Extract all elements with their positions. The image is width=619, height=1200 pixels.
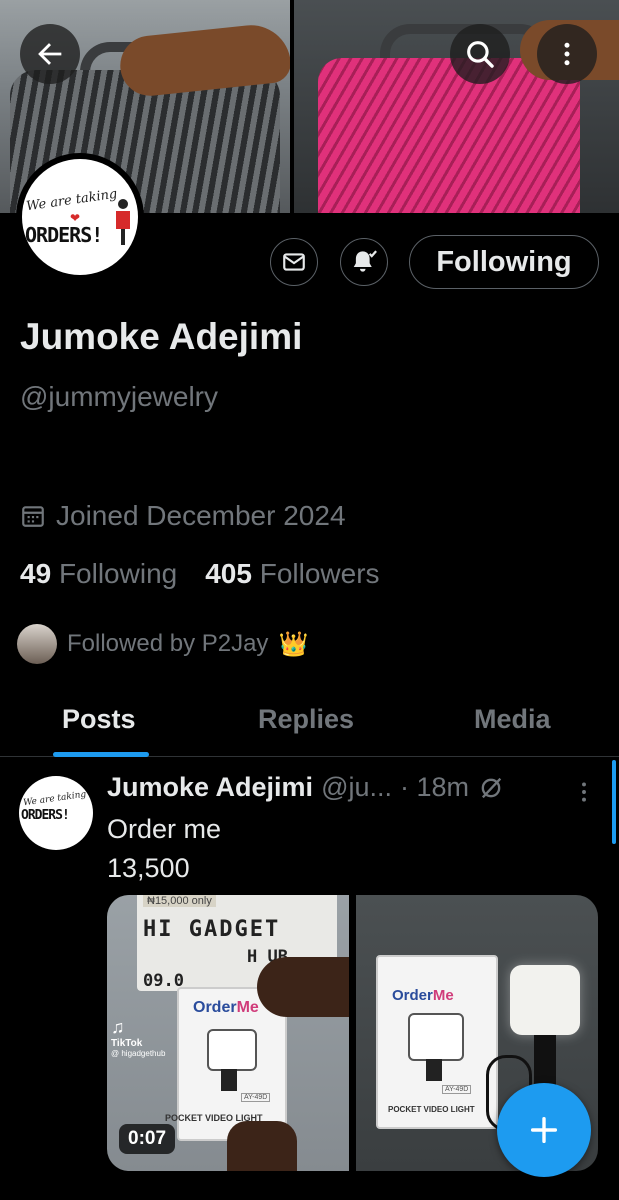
- follow-stats: 49 Following 405 Followers: [20, 558, 380, 590]
- profile-tabs: Posts Replies Media: [0, 690, 619, 757]
- video-duration: 0:07: [119, 1124, 176, 1154]
- search-button[interactable]: [450, 24, 510, 84]
- following-count: 49: [20, 558, 52, 589]
- search-icon: [467, 41, 494, 68]
- following-stat[interactable]: 49 Following: [20, 558, 177, 590]
- following-button[interactable]: Following: [409, 235, 599, 289]
- back-button[interactable]: [20, 24, 80, 84]
- followers-stat[interactable]: 405 Followers: [205, 558, 379, 590]
- price-tag: ₦15,000 only: [143, 895, 216, 907]
- light-product: [408, 1013, 464, 1061]
- active-tab-indicator: [53, 752, 149, 757]
- figure-icon: [116, 199, 130, 249]
- box-brand: OrderMe: [193, 999, 259, 1017]
- post-logo-line2: ORDERS!: [21, 808, 70, 823]
- more-vertical-icon: [582, 782, 586, 802]
- followers-count: 405: [205, 558, 252, 589]
- bell-check-icon: [353, 250, 377, 272]
- post-logo-line1: We are taking: [22, 789, 87, 809]
- post-text: Order me 13,500: [107, 810, 221, 888]
- post-avatar[interactable]: We are taking ORDERS!: [19, 776, 93, 850]
- box-brand: OrderMe: [392, 987, 454, 1004]
- followers-label: Followers: [259, 558, 380, 589]
- mail-icon: [283, 253, 305, 271]
- banner-divider: [290, 0, 294, 213]
- follower-avatar: [17, 624, 57, 664]
- tab-posts[interactable]: Posts: [62, 704, 136, 735]
- compose-button[interactable]: [497, 1083, 591, 1177]
- tiktok-label: TikTok: [111, 1038, 143, 1049]
- box-brand-b: Me: [432, 987, 454, 1004]
- profile-avatar[interactable]: We are taking ❤ ORDERS!: [16, 153, 144, 281]
- message-button[interactable]: [270, 238, 318, 286]
- post-text-line2: 13,500: [107, 853, 190, 883]
- box-caption: POCKET VIDEO LIGHT: [388, 1105, 475, 1114]
- pink-bag: [318, 58, 580, 213]
- following-label: Following: [58, 558, 178, 589]
- profile-handle: @jummyjewelry: [20, 381, 218, 412]
- sign-line1: HI GADGET: [143, 917, 281, 942]
- post-more-button[interactable]: [571, 778, 597, 811]
- profile-name: Jumoke Adejimi: [20, 316, 303, 357]
- box-brand-b: Me: [236, 999, 259, 1016]
- more-vertical-icon: [564, 42, 570, 66]
- box-brand-a: Order: [392, 987, 433, 1004]
- box-model: AY-49D: [241, 1093, 271, 1102]
- light-product: [207, 1029, 257, 1071]
- tiktok-watermark: ♫ TikTok @ higadgethub: [111, 1017, 165, 1058]
- tab-media[interactable]: Media: [474, 704, 551, 735]
- followed-by[interactable]: Followed by P2Jay 👑: [17, 624, 308, 664]
- tab-replies[interactable]: Replies: [258, 704, 354, 735]
- avatar-logo: We are taking ❤ ORDERS!: [22, 159, 138, 275]
- post-handle[interactable]: @ju...: [321, 772, 392, 803]
- joined-text: Joined December 2024: [56, 500, 346, 531]
- arrow-left-icon: [38, 43, 62, 65]
- hand-top: [257, 957, 349, 1017]
- followed-by-text: Followed by P2Jay: [67, 630, 269, 657]
- mount: [221, 1069, 237, 1091]
- notifications-button[interactable]: [340, 238, 388, 286]
- post-time: · 18m: [400, 772, 470, 802]
- mount: [426, 1059, 442, 1081]
- crown-emoji: 👑: [278, 630, 309, 658]
- scroll-indicator: [612, 760, 616, 844]
- plus-icon: [530, 1116, 558, 1144]
- tiktok-icon: ♫: [111, 1017, 125, 1037]
- logo-line2: ORDERS!: [25, 223, 103, 247]
- grok-icon[interactable]: [477, 774, 505, 802]
- post-header: Jumoke Adejimi @ju... · 18m: [107, 772, 505, 803]
- more-options-button[interactable]: [537, 24, 597, 84]
- tiktok-handle: @ higadgethub: [111, 1049, 166, 1058]
- video-light: [510, 965, 580, 1035]
- calendar-icon: [22, 506, 44, 527]
- post-author[interactable]: Jumoke Adejimi: [107, 772, 313, 803]
- hand-bottom: [227, 1121, 297, 1171]
- box-model: AY-49D: [442, 1085, 472, 1094]
- joined-date: Joined December 2024: [20, 500, 346, 532]
- product-box-right: OrderMe AY-49D POCKET VIDEO LIGHT: [376, 955, 498, 1129]
- post-text-line1: Order me: [107, 814, 222, 844]
- box-brand-a: Order: [193, 999, 237, 1016]
